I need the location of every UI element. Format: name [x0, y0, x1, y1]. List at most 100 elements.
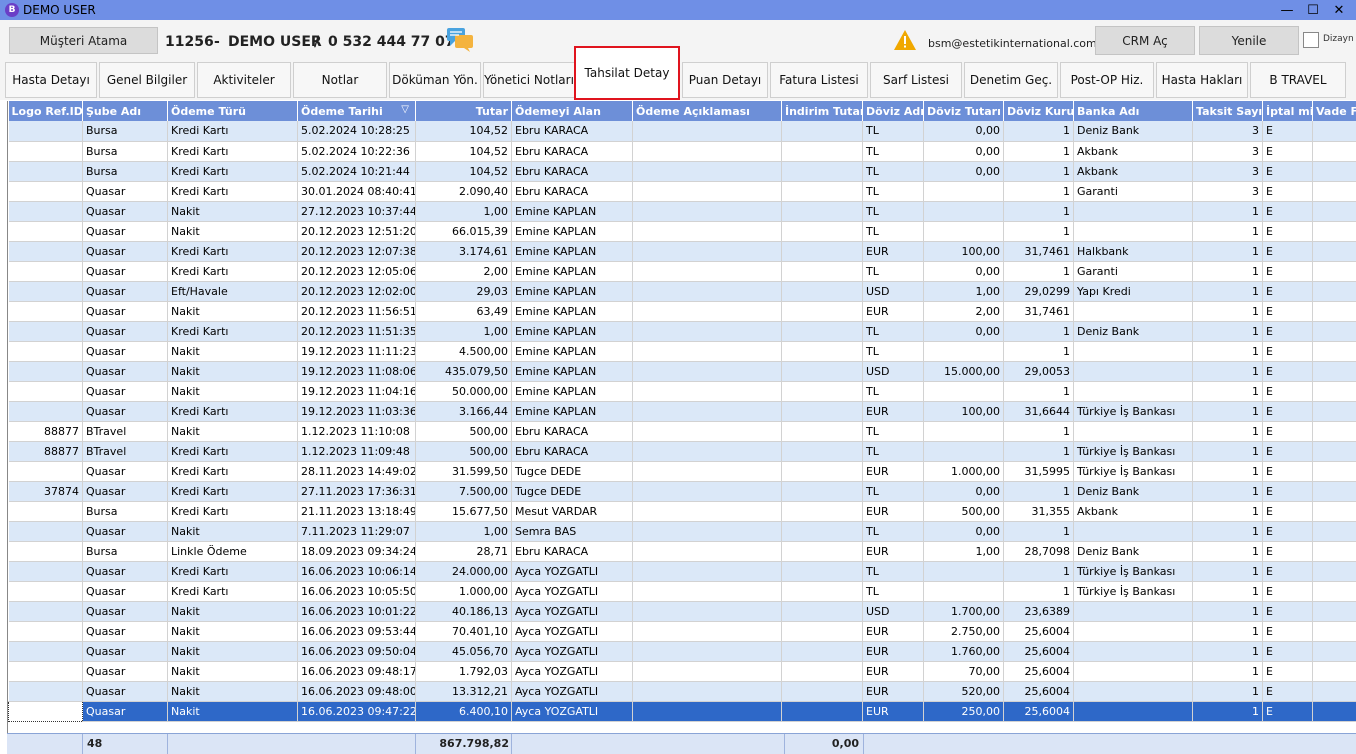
- cell-maturity-diff[interactable]: [1312, 141, 1356, 162]
- cell-branch[interactable]: Quasar: [82, 701, 168, 722]
- cell-maturity-diff[interactable]: [1312, 201, 1356, 222]
- cell-installments[interactable]: 1: [1192, 681, 1263, 702]
- cell-payment-date[interactable]: 19.12.2023 11:04:16: [297, 381, 416, 402]
- cell-cancelled[interactable]: E: [1262, 281, 1313, 302]
- cell-discount[interactable]: [781, 281, 863, 302]
- cell-cancelled[interactable]: E: [1262, 301, 1313, 322]
- cell-fx-rate[interactable]: 1: [1003, 421, 1074, 442]
- cell-amount[interactable]: 500,00: [415, 421, 512, 442]
- cell-received-by[interactable]: Tugce DEDE: [511, 481, 633, 502]
- cell-currency[interactable]: TL: [862, 481, 924, 502]
- cell-currency[interactable]: TL: [862, 181, 924, 202]
- cell-branch[interactable]: Quasar: [82, 601, 168, 622]
- cell-payment-type[interactable]: Nakit: [167, 361, 298, 382]
- cell-received-by[interactable]: Ayca YOZGATLI: [511, 681, 633, 702]
- cell-currency[interactable]: USD: [862, 281, 924, 302]
- cell-bank[interactable]: Türkiye İş Bankası: [1073, 581, 1193, 602]
- cell-amount[interactable]: 7.500,00: [415, 481, 512, 502]
- cell-cancelled[interactable]: E: [1262, 261, 1313, 282]
- cell-currency[interactable]: USD: [862, 361, 924, 382]
- cell-logo-ref[interactable]: [8, 201, 83, 222]
- cell-bank[interactable]: [1073, 641, 1193, 662]
- cell-payment-type[interactable]: Kredi Kartı: [167, 121, 298, 142]
- cell-payment-date[interactable]: 20.12.2023 12:02:00: [297, 281, 416, 302]
- cell-description[interactable]: [632, 621, 782, 642]
- cell-installments[interactable]: 3: [1192, 181, 1263, 202]
- cell-cancelled[interactable]: E: [1262, 381, 1313, 402]
- cell-cancelled[interactable]: E: [1262, 121, 1313, 142]
- cell-description[interactable]: [632, 561, 782, 582]
- cell-bank[interactable]: Türkiye İş Bankası: [1073, 401, 1193, 422]
- cell-discount[interactable]: [781, 341, 863, 362]
- cell-description[interactable]: [632, 501, 782, 522]
- table-row[interactable]: Quasar Nakit 16.06.2023 09:53:44 70.401,10 A…: [8, 621, 1356, 642]
- cell-payment-date[interactable]: 20.12.2023 12:05:06: [297, 261, 416, 282]
- cell-cancelled[interactable]: E: [1262, 561, 1313, 582]
- cell-fx-amount[interactable]: 1.760,00: [923, 641, 1004, 662]
- cell-cancelled[interactable]: E: [1262, 641, 1313, 662]
- cell-discount[interactable]: [781, 521, 863, 542]
- table-row[interactable]: Quasar Nakit 16.06.2023 09:50:04 45.056,70 A…: [8, 641, 1356, 662]
- cell-description[interactable]: [632, 341, 782, 362]
- cell-cancelled[interactable]: E: [1262, 321, 1313, 342]
- cell-logo-ref[interactable]: [8, 700, 83, 722]
- cell-bank[interactable]: [1073, 361, 1193, 382]
- table-row[interactable]: Quasar Nakit 27.12.2023 10:37:44 1,00 Emine …: [8, 201, 1356, 222]
- table-row[interactable]: Quasar Nakit 16.06.2023 09:48:00 13.312,21 A…: [8, 681, 1356, 702]
- cell-amount[interactable]: 1.000,00: [415, 581, 512, 602]
- cell-description[interactable]: [632, 581, 782, 602]
- cell-received-by[interactable]: Ebru KARACA: [511, 161, 633, 182]
- cell-description[interactable]: [632, 301, 782, 322]
- cell-branch[interactable]: Quasar: [82, 341, 168, 362]
- cell-fx-amount[interactable]: 1,00: [923, 281, 1004, 302]
- col-header-bank[interactable]: Banka Adı: [1073, 101, 1193, 121]
- cell-cancelled[interactable]: E: [1262, 601, 1313, 622]
- cell-logo-ref[interactable]: [8, 541, 83, 562]
- cell-fx-rate[interactable]: 25,6004: [1003, 681, 1074, 702]
- cell-payment-type[interactable]: Kredi Kartı: [167, 461, 298, 482]
- cell-payment-type[interactable]: Nakit: [167, 301, 298, 322]
- cell-received-by[interactable]: Emine KAPLAN: [511, 221, 633, 242]
- cell-currency[interactable]: EUR: [862, 541, 924, 562]
- cell-currency[interactable]: TL: [862, 381, 924, 402]
- cell-bank[interactable]: Türkiye İş Bankası: [1073, 441, 1193, 462]
- cell-amount[interactable]: 435.079,50: [415, 361, 512, 382]
- cell-fx-amount[interactable]: [923, 561, 1004, 582]
- cell-cancelled[interactable]: E: [1262, 541, 1313, 562]
- cell-fx-rate[interactable]: 29,0299: [1003, 281, 1074, 302]
- cell-description[interactable]: [632, 441, 782, 462]
- cell-received-by[interactable]: Ayca YOZGATLI: [511, 641, 633, 662]
- cell-cancelled[interactable]: E: [1262, 341, 1313, 362]
- cell-fx-amount[interactable]: 100,00: [923, 401, 1004, 422]
- cell-installments[interactable]: 3: [1192, 121, 1263, 142]
- cell-cancelled[interactable]: E: [1262, 161, 1313, 182]
- cell-amount[interactable]: 15.677,50: [415, 501, 512, 522]
- cell-bank[interactable]: [1073, 621, 1193, 642]
- tab-points-detail[interactable]: Puan Detayı: [682, 62, 768, 98]
- cell-maturity-diff[interactable]: [1312, 361, 1356, 382]
- crm-open-button[interactable]: CRM Aç: [1095, 26, 1195, 55]
- cell-fx-rate[interactable]: 28,7098: [1003, 541, 1074, 562]
- cell-payment-date[interactable]: 16.06.2023 10:06:14: [297, 561, 416, 582]
- cell-payment-date[interactable]: 16.06.2023 09:47:22: [297, 701, 416, 722]
- maximize-button[interactable]: ☐: [1300, 0, 1326, 20]
- cell-maturity-diff[interactable]: [1312, 241, 1356, 262]
- cell-installments[interactable]: 1: [1192, 641, 1263, 662]
- cell-amount[interactable]: 70.401,10: [415, 621, 512, 642]
- cell-payment-type[interactable]: Nakit: [167, 421, 298, 442]
- cell-installments[interactable]: 1: [1192, 381, 1263, 402]
- cell-received-by[interactable]: Emine KAPLAN: [511, 401, 633, 422]
- cell-amount[interactable]: 1,00: [415, 521, 512, 542]
- cell-branch[interactable]: Quasar: [82, 321, 168, 342]
- cell-installments[interactable]: 1: [1192, 521, 1263, 542]
- cell-fx-rate[interactable]: 1: [1003, 261, 1074, 282]
- table-row[interactable]: Quasar Nakit 20.12.2023 12:51:20 66.015,39 E…: [8, 221, 1356, 242]
- cell-description[interactable]: [632, 261, 782, 282]
- table-row[interactable]: Bursa Kredi Kartı 5.02.2024 10:22:36 104,52…: [8, 141, 1356, 162]
- cell-discount[interactable]: [781, 161, 863, 182]
- table-row[interactable]: Quasar Nakit 19.12.2023 11:08:06 435.079,50…: [8, 361, 1356, 382]
- cell-received-by[interactable]: Ebru KARACA: [511, 141, 633, 162]
- table-row[interactable]: Quasar Kredi Kartı 20.12.2023 12:07:38 3.17…: [8, 241, 1356, 262]
- cell-fx-rate[interactable]: 31,5995: [1003, 461, 1074, 482]
- cell-received-by[interactable]: Emine KAPLAN: [511, 361, 633, 382]
